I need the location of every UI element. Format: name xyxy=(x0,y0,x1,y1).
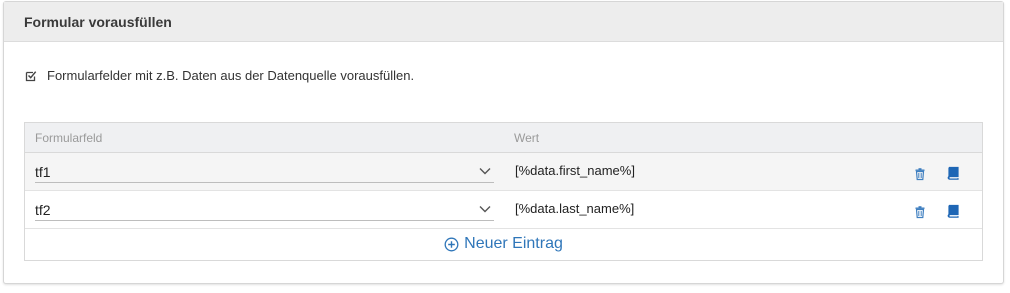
table-header: Formularfeld Wert xyxy=(25,123,982,153)
field-select[interactable]: tf2 xyxy=(35,197,494,221)
prefill-table: Formularfeld Wert tf1 [%data.first_name%… xyxy=(24,122,983,261)
plus-circle-icon[interactable] xyxy=(444,237,459,252)
checkbox-checked-icon[interactable] xyxy=(25,70,37,82)
value-text[interactable]: [%data.first_name%] xyxy=(515,163,635,178)
prefill-checkbox-row[interactable]: Formularfelder mit z.B. Daten aus der Da… xyxy=(25,68,414,83)
chevron-down-icon[interactable] xyxy=(479,205,491,213)
add-entry-button[interactable]: Neuer Eintrag xyxy=(444,235,563,253)
table-row: tf2 [%data.last_name%] xyxy=(25,191,982,229)
table-row: tf1 [%data.first_name%] xyxy=(25,153,982,191)
column-header-value: Wert xyxy=(514,131,540,145)
panel-title: Formular vorausfüllen xyxy=(24,13,172,30)
field-select-value: tf2 xyxy=(35,202,51,218)
field-select-value: tf1 xyxy=(35,164,51,180)
prefill-checkbox-label: Formularfelder mit z.B. Daten aus der Da… xyxy=(47,68,415,83)
trash-icon[interactable] xyxy=(913,205,927,219)
prefill-panel: Formular vorausfüllen Formularfelder mit… xyxy=(3,1,1004,284)
add-entry-label: Neuer Eintrag xyxy=(464,235,563,252)
book-icon[interactable] xyxy=(946,204,960,218)
field-select[interactable]: tf1 xyxy=(35,159,494,183)
trash-icon[interactable] xyxy=(913,167,927,181)
panel-header: Formular vorausfüllen xyxy=(4,2,1003,42)
column-header-field: Formularfeld xyxy=(35,131,103,145)
book-icon[interactable] xyxy=(946,166,960,180)
add-entry-row: Neuer Eintrag xyxy=(25,229,982,259)
chevron-down-icon[interactable] xyxy=(479,167,491,175)
value-text[interactable]: [%data.last_name%] xyxy=(515,201,634,216)
